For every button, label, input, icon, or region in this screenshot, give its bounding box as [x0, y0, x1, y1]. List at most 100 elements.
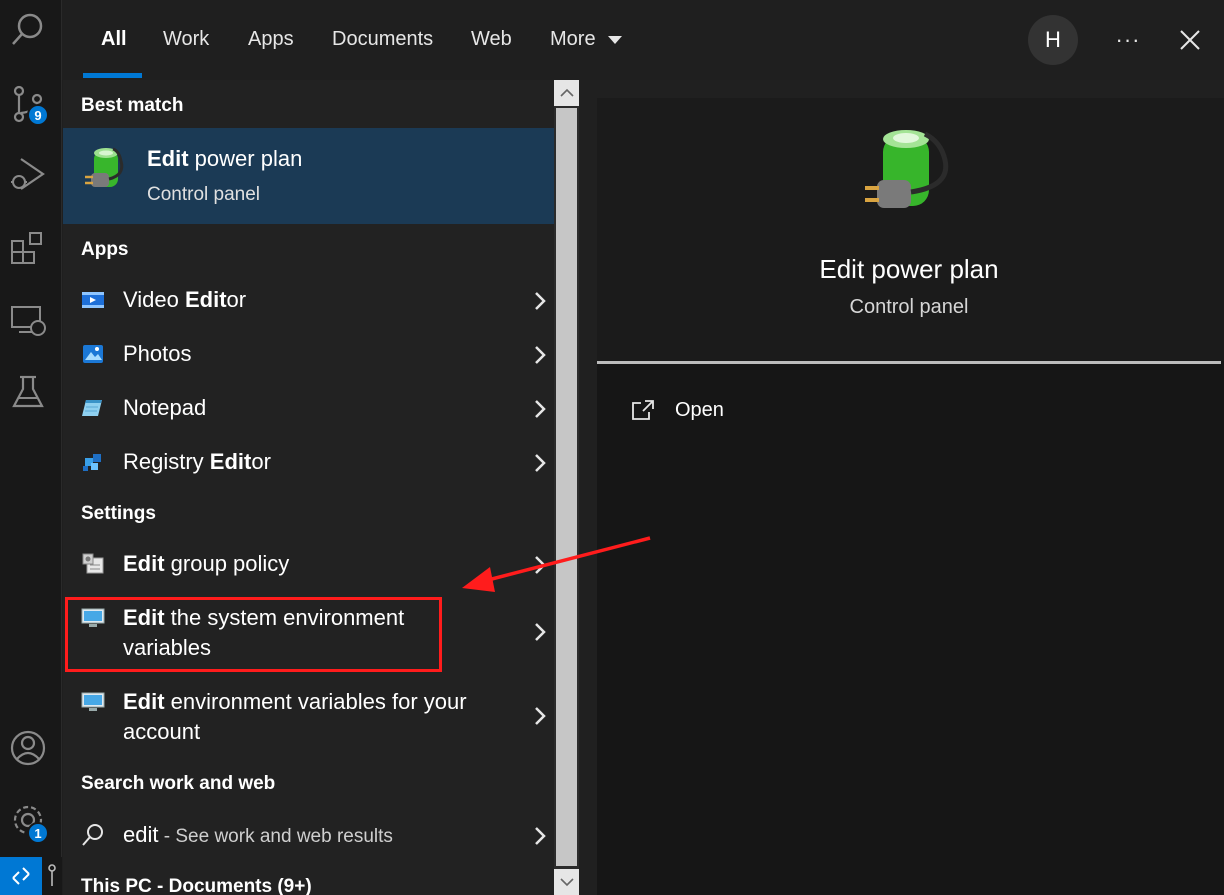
label-part: group policy [164, 551, 290, 576]
settings-badge: 1 [27, 822, 49, 844]
chevron-up-icon [559, 88, 574, 97]
open-label: Open [675, 398, 724, 421]
chevron-right-icon[interactable] [533, 291, 547, 311]
system-monitor-icon [81, 692, 105, 711]
search-icon [82, 824, 103, 846]
tab-apps[interactable]: Apps [248, 28, 294, 51]
group-policy-icon [82, 553, 104, 574]
tab-more-label: More [550, 28, 596, 50]
label-part: environment variables for your [164, 689, 467, 714]
label-part: or [226, 287, 247, 312]
remote-explorer-icon[interactable] [6, 298, 50, 342]
run-debug-icon[interactable] [6, 152, 50, 196]
apps-heading: Apps [81, 239, 129, 260]
results-scrollbar[interactable] [554, 80, 579, 895]
preview-subtitle: Control panel [849, 296, 969, 318]
app-item-label: Photos [123, 339, 192, 369]
remote-indicator-button[interactable] [0, 857, 42, 895]
caret-down-icon [608, 36, 623, 44]
source-control-badge: 9 [27, 104, 49, 126]
search-tabs: All Work Apps Documents Web More H ··· [63, 0, 1224, 80]
web-search-suffix: - See work and web results [158, 826, 393, 847]
best-match-title-bold: Edit [147, 146, 189, 171]
preview-title: Edit power plan [819, 254, 999, 284]
testing-icon[interactable] [6, 370, 50, 414]
close-button[interactable] [1175, 22, 1205, 58]
branch-status[interactable] [42, 857, 62, 895]
branch-icon [48, 864, 56, 886]
activity-bar: 9 1 [0, 0, 62, 895]
chevron-down-icon [559, 878, 574, 887]
scroll-down-button[interactable] [554, 869, 579, 895]
power-plan-icon [85, 147, 124, 187]
app-item-video-editor[interactable]: Video Editor [63, 282, 554, 320]
tab-more[interactable]: More [550, 28, 623, 51]
app-item-notepad[interactable]: Notepad [63, 390, 554, 428]
notepad-icon [82, 400, 102, 416]
search-icon[interactable] [6, 8, 50, 52]
chevron-right-icon[interactable] [533, 399, 547, 419]
settings-item-label: Edit group policy [123, 549, 289, 579]
settings-item-account-env-vars[interactable]: Edit environment variables for your accou… [63, 684, 554, 750]
search-flyout: All Work Apps Documents Web More H ··· B… [63, 0, 1224, 895]
label-part: Video [123, 287, 185, 312]
open-action[interactable]: Open [631, 393, 724, 427]
label-part: or [251, 449, 271, 474]
tab-web[interactable]: Web [471, 28, 512, 51]
chevron-right-icon[interactable] [533, 826, 547, 846]
best-match-item[interactable]: Edit power plan Control panel [63, 128, 554, 224]
app-item-label: Video Editor [123, 285, 246, 315]
avatar[interactable]: H [1028, 15, 1078, 65]
video-editor-icon [82, 292, 104, 308]
scroll-up-button[interactable] [554, 80, 579, 106]
web-search-label: edit - See work and web results [123, 820, 393, 852]
tab-all[interactable]: All [101, 28, 127, 51]
settings-item-label: Edit environment variables for your accou… [123, 687, 467, 747]
web-search-query: edit [123, 822, 159, 847]
registry-editor-icon [83, 454, 101, 471]
label-part: account [123, 719, 201, 744]
extensions-icon[interactable] [6, 226, 50, 270]
label-bold: Edit [123, 689, 165, 714]
best-match-subtitle: Control panel [147, 184, 261, 205]
account-icon[interactable] [6, 726, 50, 770]
close-icon [1180, 30, 1200, 50]
chevron-right-icon[interactable] [533, 345, 547, 365]
label-part: Registry [123, 449, 210, 474]
app-item-registry-editor[interactable]: Registry Editor [63, 444, 554, 482]
web-heading: Search work and web [81, 773, 276, 794]
app-item-photos[interactable]: Photos [63, 336, 554, 374]
open-external-icon [632, 400, 654, 420]
scroll-thumb[interactable] [556, 108, 577, 866]
results-list: Best match Edit power plan Control panel… [63, 80, 554, 895]
active-tab-indicator [83, 73, 142, 78]
settings-heading: Settings [81, 503, 156, 524]
preview-header: Edit power plan Control panel [597, 98, 1224, 361]
label-bold: Edit [123, 551, 165, 576]
tab-work[interactable]: Work [163, 28, 209, 51]
tab-documents[interactable]: Documents [332, 28, 433, 51]
more-options-button[interactable]: ··· [1113, 22, 1143, 58]
app-item-label: Registry Editor [123, 447, 271, 477]
chevron-right-icon[interactable] [533, 555, 547, 575]
chevron-right-icon[interactable] [533, 622, 547, 642]
photos-icon [83, 345, 103, 363]
web-search-item[interactable]: edit - See work and web results [63, 817, 554, 855]
annotation-highlight-box [65, 597, 442, 672]
label-part: Notepad [123, 395, 207, 420]
label-bold: Edit [184, 287, 227, 312]
power-plan-icon [865, 130, 949, 208]
best-match-title: Edit power plan [147, 144, 302, 174]
app-item-label: Notepad [123, 393, 206, 423]
documents-heading: This PC - Documents (9+) [81, 876, 312, 895]
preview-pane: Edit power plan Control panel Open [597, 98, 1224, 895]
settings-item-group-policy[interactable]: Edit group policy [63, 546, 554, 584]
label-bold: Edit [209, 449, 252, 474]
chevron-right-icon[interactable] [533, 706, 547, 726]
label-part: Photos [123, 341, 192, 366]
divider [597, 361, 1221, 364]
chevron-right-icon[interactable] [533, 453, 547, 473]
best-match-heading: Best match [81, 95, 184, 116]
best-match-title-rest: power plan [188, 146, 303, 171]
remote-icon [12, 867, 30, 885]
